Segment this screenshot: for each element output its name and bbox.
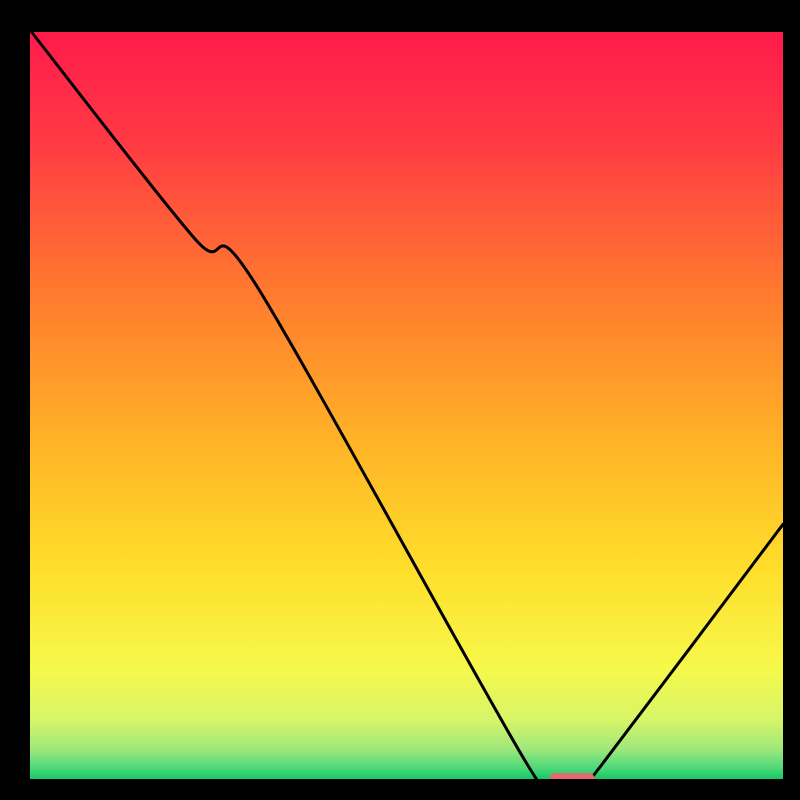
optimum-marker xyxy=(0,0,800,800)
stage: TheBottleneck.com xyxy=(0,0,800,800)
watermark-text: TheBottleneck.com xyxy=(578,2,784,28)
